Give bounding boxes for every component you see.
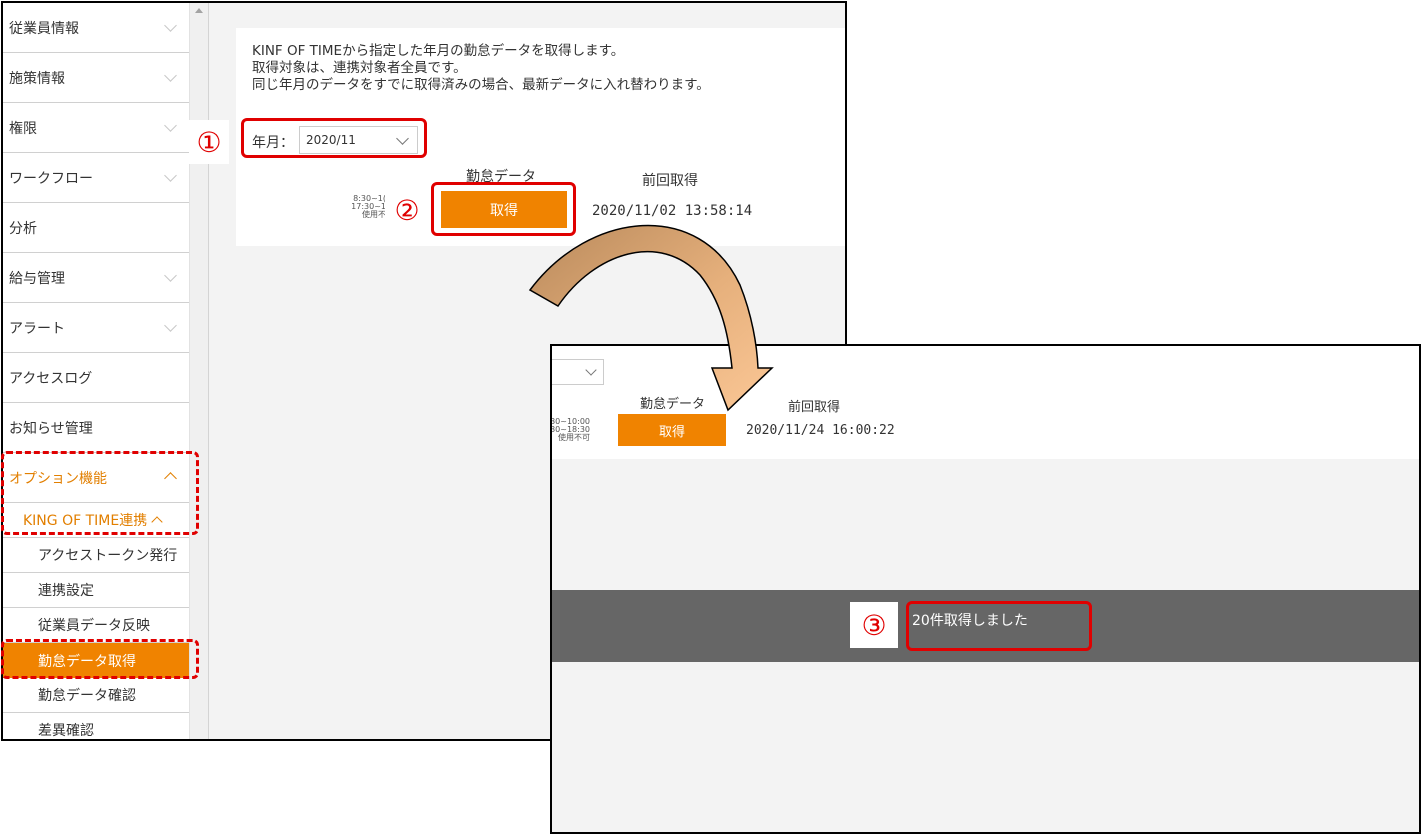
sidebar-item-label: お知らせ管理	[9, 420, 93, 437]
chevron-down-icon	[164, 119, 177, 132]
description-line: KINF OF TIMEから指定した年月の勤怠データを取得します。	[252, 43, 625, 59]
sidebar-subitem-employee-sync[interactable]: 従業員データ反映	[3, 608, 189, 643]
step-1-marker: ①	[189, 120, 229, 164]
year-month-select[interactable]	[552, 359, 604, 385]
time-note-line: 使用不	[362, 210, 386, 219]
description-line: 同じ年月のデータをすでに取得済みの場合、最新データに入れ替わります。	[252, 77, 710, 93]
sidebar-subitem-diff-check[interactable]: 差異確認	[3, 713, 189, 739]
sidebar-item-label: 連携設定	[38, 583, 94, 599]
chevron-down-icon	[164, 169, 177, 182]
chevron-down-icon	[164, 69, 177, 82]
sidebar-subitem-attendance-check[interactable]: 勤怠データ確認	[3, 678, 189, 713]
fetch-button[interactable]: 取得	[618, 414, 726, 446]
chevron-down-icon	[585, 364, 597, 376]
step-1-highlight	[241, 118, 427, 158]
sidebar-item-label: 差異確認	[38, 723, 94, 739]
attendance-fetch-highlight	[1, 639, 199, 679]
sidebar-item-analysis[interactable]: 分析	[3, 203, 189, 253]
sidebar-item-label: 分析	[9, 220, 37, 237]
attendance-data-header: 勤怠データ	[640, 397, 706, 412]
sidebar-item-label: アラート	[9, 320, 65, 337]
last-fetched-time: 2020/11/02 13:58:14	[592, 203, 753, 219]
last-fetched-time: 2020/11/24 16:00:22	[746, 423, 895, 438]
sidebar-item-label: 従業員情報	[9, 20, 79, 37]
step-2-highlight	[431, 182, 576, 236]
sidebar-subitem-access-token[interactable]: アクセストークン発行	[3, 538, 189, 573]
description: KINF OF TIMEから指定した年月の勤怠データを取得します。 取得対象は、…	[252, 43, 710, 94]
sidebar-item-label: 勤怠データ確認	[38, 688, 136, 704]
chevron-down-icon	[164, 19, 177, 32]
sidebar-item-label: 権限	[9, 120, 37, 137]
sidebar-scrollbar[interactable]	[189, 3, 209, 739]
sidebar-item-access-log[interactable]: アクセスログ	[3, 353, 189, 403]
step-3-marker: ③	[850, 602, 898, 648]
last-fetched-header: 前回取得	[788, 400, 841, 415]
sidebar-item-label: 従業員データ反映	[38, 618, 150, 634]
scroll-up-arrow-icon[interactable]	[195, 8, 203, 13]
sidebar-item-label: アクセストークン発行	[38, 548, 178, 564]
result-panel: 勤怠データ 前回取得 30~10:00 30~18:30 使用不可 取得 202…	[552, 346, 1419, 459]
sidebar: 従業員情報 施策情報 権限 ワークフロー 分析 給与管理 アラート アクセスログ	[3, 3, 189, 739]
last-fetched-header: 前回取得	[642, 173, 698, 189]
result-screenshot: 勤怠データ 前回取得 30~10:00 30~18:30 使用不可 取得 202…	[550, 344, 1421, 834]
description-line: 取得対象は、連携対象者全員です。	[252, 60, 467, 76]
sidebar-item-label: 給与管理	[9, 270, 65, 287]
sidebar-item-workflow[interactable]: ワークフロー	[3, 153, 189, 203]
sidebar-item-label: ワークフロー	[9, 170, 93, 187]
sidebar-item-employee-info[interactable]: 従業員情報	[3, 3, 189, 53]
sidebar-item-label: 施策情報	[9, 70, 65, 87]
step-2-marker: ②	[385, 188, 429, 232]
time-note-line: 使用不可	[558, 433, 590, 442]
chevron-down-icon	[164, 269, 177, 282]
step-3-highlight	[906, 601, 1092, 651]
sidebar-item-payroll[interactable]: 給与管理	[3, 253, 189, 303]
sidebar-item-label: アクセスログ	[9, 370, 93, 387]
options-menu-highlight	[1, 451, 199, 535]
time-note: 8:30~1( 17:30~1 使用不	[346, 195, 386, 219]
time-note: 30~10:00 30~18:30 使用不可	[552, 418, 590, 442]
sidebar-subitem-integration-settings[interactable]: 連携設定	[3, 573, 189, 608]
chevron-down-icon	[164, 319, 177, 332]
sidebar-item-policy-info[interactable]: 施策情報	[3, 53, 189, 103]
sidebar-item-permissions[interactable]: 権限	[3, 103, 189, 153]
sidebar-item-alert[interactable]: アラート	[3, 303, 189, 353]
sidebar-item-notice-admin[interactable]: お知らせ管理	[3, 403, 189, 453]
